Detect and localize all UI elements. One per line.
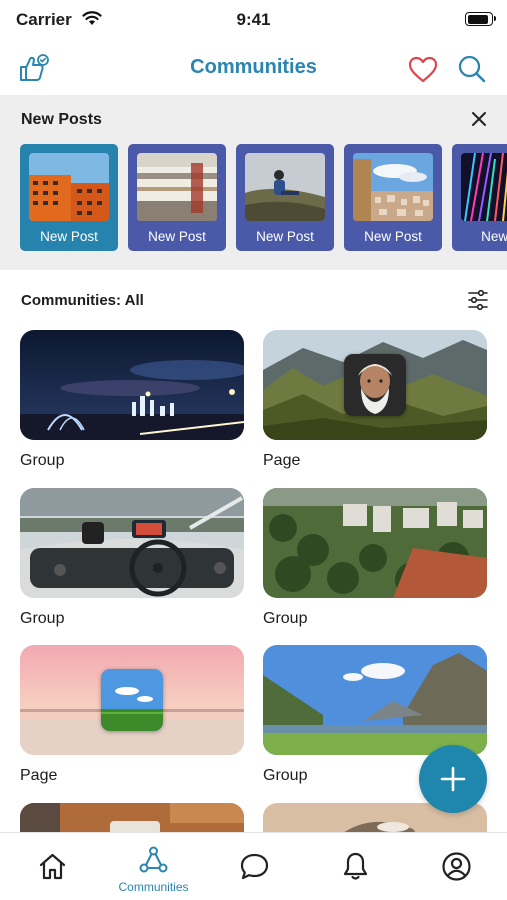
tab-communities-label: Communities (118, 880, 189, 894)
new-post-label: New Post (148, 229, 206, 244)
tab-notifications[interactable] (305, 833, 406, 900)
alpine-lake-photo (263, 645, 487, 755)
battery-icon (465, 12, 496, 26)
city-skyline-photo (353, 153, 433, 221)
new-post-label: New Post (256, 229, 314, 244)
community-type-label: Page (263, 452, 301, 469)
filter-sliders-icon[interactable] (467, 289, 489, 311)
green-field-sky (101, 669, 163, 731)
communities-icon (139, 846, 168, 873)
community-type-label: Group (263, 610, 308, 627)
orange-building-photo (29, 153, 109, 221)
old-man-portrait (344, 354, 406, 416)
mountain-valley-photo (263, 330, 487, 440)
community-tile[interactable]: Group (263, 488, 487, 628)
search-icon[interactable] (455, 52, 489, 86)
tab-communities[interactable]: Communities (103, 833, 204, 900)
community-type-label: Group (20, 452, 65, 469)
new-post-label: New Post (40, 229, 98, 244)
new-post-card[interactable]: New Post (20, 144, 118, 251)
chat-bubble-icon (240, 853, 269, 880)
person-sitting-hillside-photo (245, 153, 325, 221)
new-post-card[interactable]: New Post (128, 144, 226, 251)
community-tile[interactable] (20, 803, 244, 832)
light-trails-photo (461, 153, 507, 221)
new-post-label: New Post (364, 229, 422, 244)
community-type-label: Page (20, 767, 58, 784)
heart-icon[interactable] (406, 52, 440, 86)
new-posts-panel: New Posts New Post New Post New Post New… (0, 95, 507, 270)
wooden-desk-photo (20, 803, 244, 832)
pink-sunset-beach-photo (20, 645, 244, 755)
community-type-label: Group (20, 610, 65, 627)
tab-profile[interactable] (406, 833, 507, 900)
status-bar: Carrier 9:41 (0, 0, 507, 40)
add-community-button[interactable] (419, 745, 487, 813)
train-motion-blur-photo (137, 153, 217, 221)
tab-bar: Communities (0, 832, 507, 900)
home-icon (39, 853, 66, 880)
new-posts-strip[interactable]: New Post New Post New Post New Post New … (20, 144, 507, 251)
new-posts-title: New Posts (21, 111, 102, 128)
boat-dashboard-photo (20, 488, 244, 598)
new-post-card[interactable]: New Post (344, 144, 442, 251)
tab-home[interactable] (2, 833, 103, 900)
new-post-card[interactable]: New Post (236, 144, 334, 251)
new-post-card[interactable]: New P (452, 144, 507, 251)
status-time: 9:41 (236, 10, 271, 29)
night-city-bridge-photo (20, 330, 244, 440)
community-tile[interactable]: Page (263, 330, 487, 470)
communities-filter-title: Communities: All (21, 292, 144, 309)
new-post-label: New P (481, 229, 507, 244)
bell-icon (343, 852, 368, 880)
community-tile[interactable]: Group (20, 330, 244, 470)
aerial-town-photo (263, 488, 487, 598)
plus-icon (440, 766, 466, 792)
tab-messages[interactable] (204, 833, 305, 900)
close-icon[interactable] (469, 109, 489, 129)
profile-icon (442, 852, 471, 881)
community-tile[interactable]: Page (20, 645, 244, 785)
nav-bar: Communities (0, 44, 507, 94)
community-tile[interactable]: Group (20, 488, 244, 628)
